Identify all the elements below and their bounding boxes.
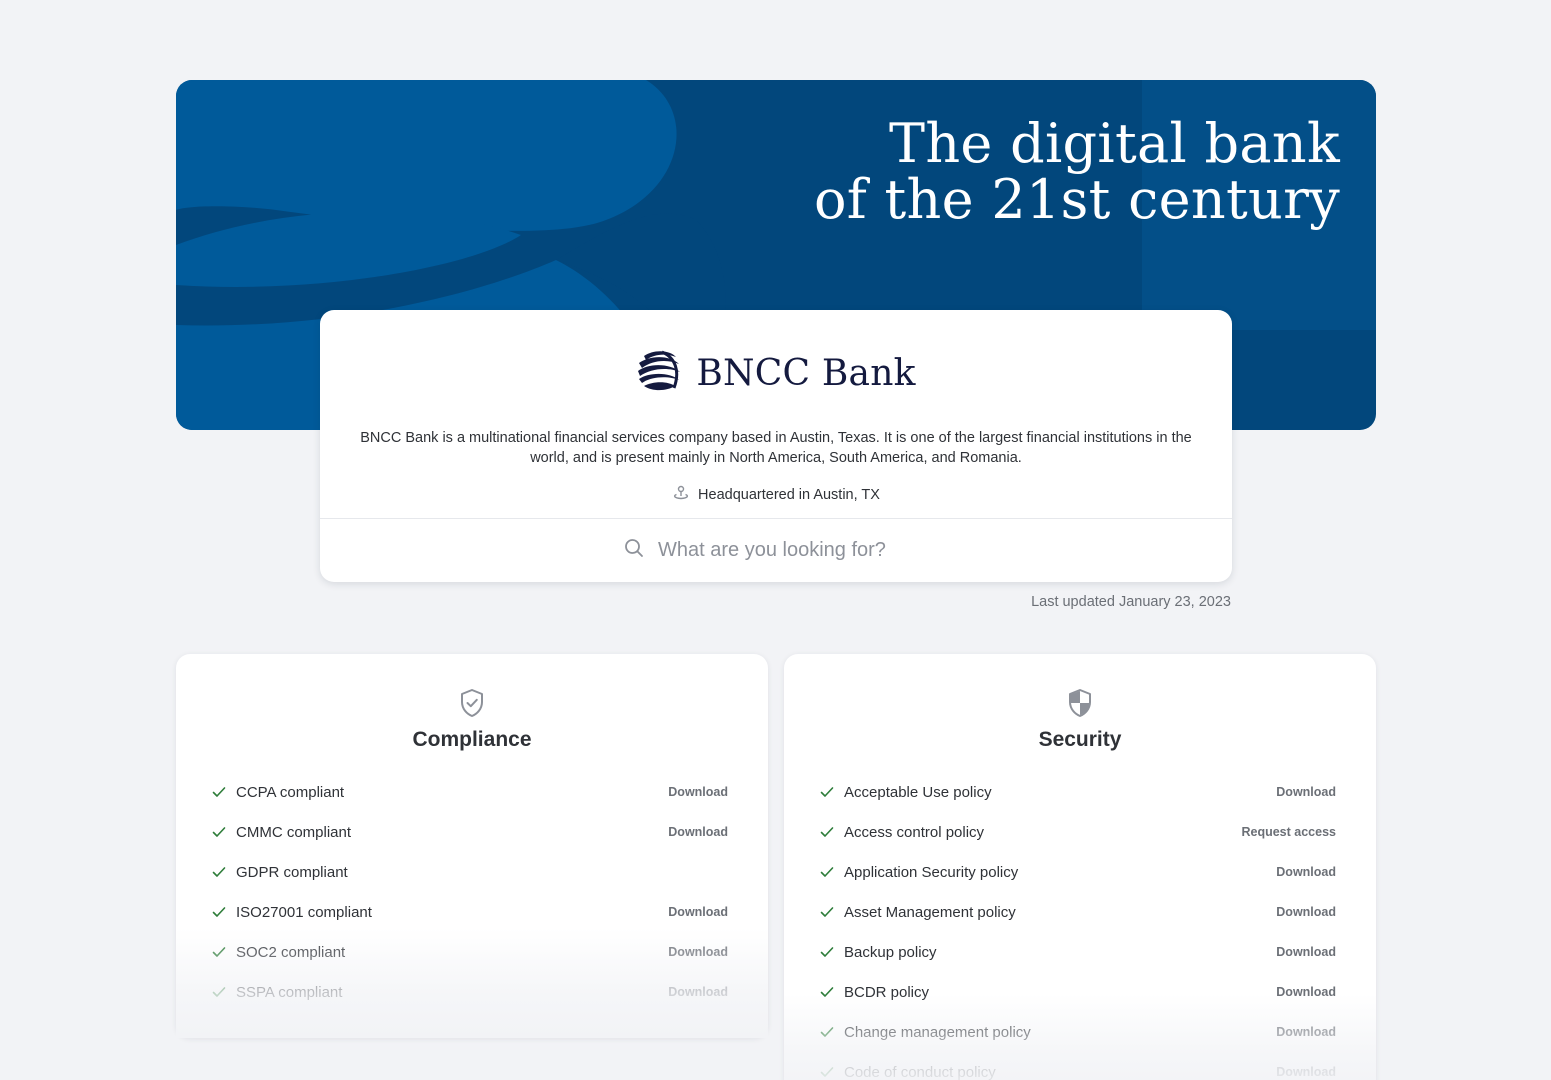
item-label: BCDR policy (844, 983, 930, 1001)
list-item: CCPA compliant Download (212, 772, 728, 812)
check-icon (820, 1066, 844, 1078)
hero-title-line-2: of the 21st century (813, 168, 1340, 231)
download-link[interactable]: Download (1276, 785, 1336, 799)
search-input[interactable] (658, 539, 928, 562)
list-item: CMMC compliant Download (212, 812, 728, 852)
compliance-list: CCPA compliant Download CMMC compliant D… (212, 772, 728, 1012)
shield-half-icon (784, 688, 1376, 718)
request-access-link[interactable]: Request access (1241, 825, 1336, 839)
list-item: Change management policy Download (820, 1012, 1336, 1052)
item-label: Application Security policy (844, 863, 1019, 881)
list-item: GDPR compliant (212, 852, 728, 892)
location-pin-icon (672, 484, 690, 506)
item-label: SSPA compliant (236, 983, 343, 1001)
check-icon (820, 1026, 844, 1038)
item-label: ISO27001 compliant (236, 903, 372, 921)
list-item: Code of conduct policy Download (820, 1052, 1336, 1080)
compliance-card: Compliance CCPA compliant Download CMMC … (176, 654, 768, 1038)
bncc-swirl-logo-icon (636, 350, 682, 397)
check-icon (212, 786, 236, 798)
item-label: Access control policy (844, 823, 985, 841)
list-item: Asset Management policy Download (820, 892, 1336, 932)
list-item: ISO27001 compliant Download (212, 892, 728, 932)
list-item: Application Security policy Download (820, 852, 1336, 892)
item-label: CMMC compliant (236, 823, 352, 841)
search-bar[interactable] (320, 519, 1232, 582)
compliance-title: Compliance (412, 728, 532, 751)
hero-title: The digital bank of the 21st century (814, 116, 1340, 228)
shield-check-icon (176, 688, 768, 718)
hero-title-line-1: The digital bank (889, 112, 1340, 175)
item-label: Backup policy (844, 943, 937, 961)
item-label: Acceptable Use policy (844, 783, 992, 801)
check-icon (820, 826, 844, 838)
download-link[interactable]: Download (1276, 1025, 1336, 1039)
list-item: Backup policy Download (820, 932, 1336, 972)
download-link[interactable]: Download (668, 985, 728, 999)
check-icon (212, 866, 236, 878)
download-link[interactable]: Download (668, 825, 728, 839)
check-icon (212, 946, 236, 958)
security-card: Security Acceptable Use policy Download … (784, 654, 1376, 1080)
list-item: Access control policy Request access (820, 812, 1336, 852)
check-icon (212, 826, 236, 838)
item-label: Code of conduct policy (844, 1063, 996, 1080)
download-link[interactable]: Download (1276, 1065, 1336, 1079)
download-link[interactable]: Download (1276, 905, 1336, 919)
security-title: Security (1038, 728, 1122, 751)
item-label: Change management policy (844, 1023, 1031, 1041)
download-link[interactable]: Download (668, 905, 728, 919)
company-profile-card: BNCC Bank BNCC Bank is a multinational f… (320, 310, 1232, 582)
download-link[interactable]: Download (1276, 945, 1336, 959)
download-link[interactable]: Download (1276, 985, 1336, 999)
check-icon (820, 786, 844, 798)
download-link[interactable]: Download (668, 785, 728, 799)
check-icon (212, 906, 236, 918)
search-icon (624, 538, 644, 563)
list-item: Acceptable Use policy Download (820, 772, 1336, 812)
company-logo: BNCC Bank (320, 350, 1232, 397)
list-item: BCDR policy Download (820, 972, 1336, 1012)
headquarters: Headquartered in Austin, TX (320, 484, 1232, 506)
check-icon (212, 986, 236, 998)
check-icon (820, 866, 844, 878)
company-name: BNCC Bank (696, 353, 916, 394)
list-item: SSPA compliant Download (212, 972, 728, 1012)
headquarters-label: Headquartered in Austin, TX (698, 487, 880, 503)
item-label: Asset Management policy (844, 903, 1016, 921)
security-list: Acceptable Use policy Download Access co… (820, 772, 1336, 1080)
download-link[interactable]: Download (668, 945, 728, 959)
item-label: CCPA compliant (236, 783, 345, 801)
item-label: GDPR compliant (236, 863, 348, 881)
check-icon (820, 986, 844, 998)
check-icon (820, 906, 844, 918)
company-description: BNCC Bank is a multinational financial s… (360, 430, 1192, 466)
item-label: SOC2 compliant (236, 943, 346, 961)
check-icon (820, 946, 844, 958)
last-updated: Last updated January 23, 2023 (1031, 594, 1231, 610)
list-item: SOC2 compliant Download (212, 932, 728, 972)
download-link[interactable]: Download (1276, 865, 1336, 879)
